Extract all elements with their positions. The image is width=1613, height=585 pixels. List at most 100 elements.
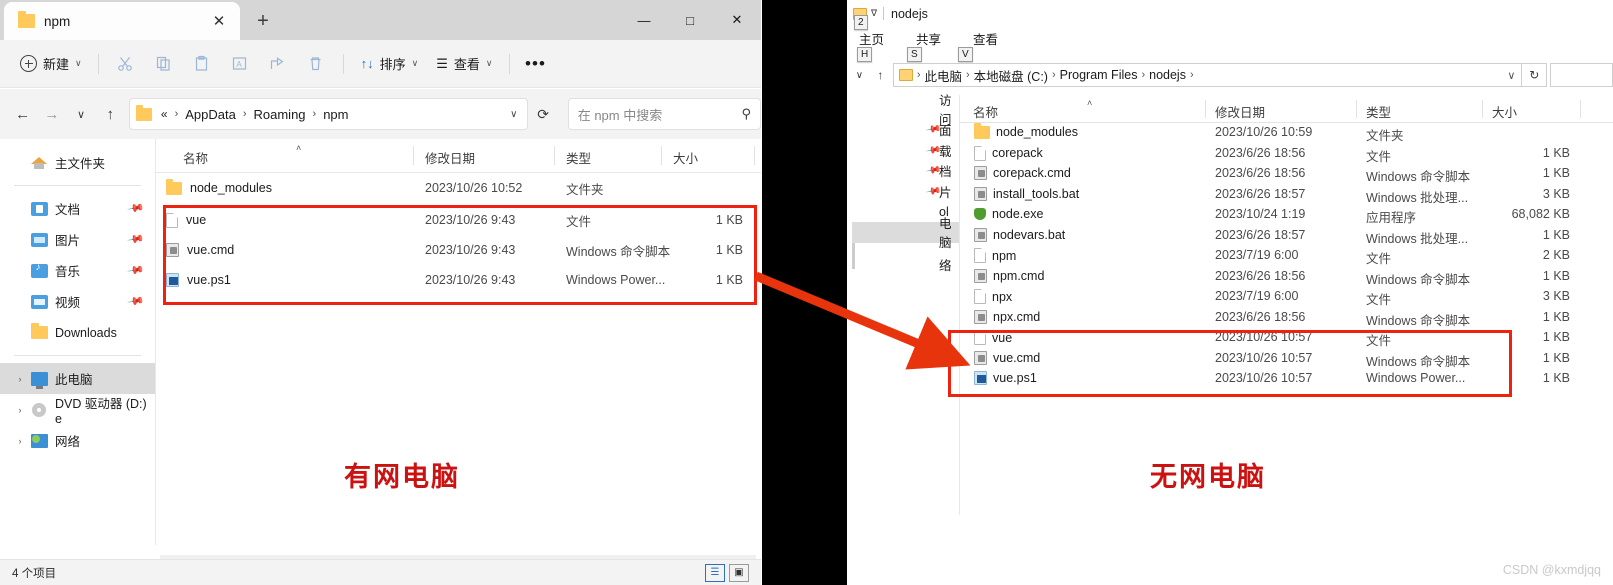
chevron-down-icon-qat[interactable]: ∇	[871, 8, 877, 19]
breadcrumb-appdata[interactable]: AppData	[182, 107, 239, 122]
sort-button[interactable]: ↑↓ 排序 ∨	[352, 48, 428, 80]
sidebar-item-this-pc[interactable]: 电脑	[847, 217, 959, 250]
file-name-cell[interactable]: corepack	[974, 145, 1043, 161]
new-tab-button[interactable]: +	[248, 7, 278, 35]
breadcrumb-npm[interactable]: npm	[320, 107, 351, 122]
breadcrumb-roaming[interactable]: Roaming	[251, 107, 309, 122]
tab-npm[interactable]: npm ✕	[4, 2, 240, 40]
close-window-button[interactable]: ✕	[713, 0, 761, 40]
table-row[interactable]: vue.cmd 2023/10/26 9:43 Windows 命令脚本 1 K…	[156, 235, 761, 265]
breadcrumb-overflow[interactable]: «	[158, 107, 171, 121]
col-divider-1[interactable]	[1205, 100, 1206, 118]
breadcrumb-local-disk[interactable]: 本地磁盘 (C:)	[971, 66, 1051, 85]
breadcrumb-this-pc[interactable]: 此电脑	[921, 66, 965, 85]
rename-button[interactable]: A	[221, 48, 259, 80]
file-name-cell[interactable]: vue	[974, 330, 1012, 345]
search-box[interactable]: 在 npm 中搜索 ⚲	[567, 98, 761, 130]
file-name-cell[interactable]: npm.cmd	[974, 268, 1044, 283]
copy-button[interactable]	[145, 48, 183, 80]
refresh-button[interactable]: ↻	[1522, 63, 1548, 87]
col-divider-1[interactable]	[413, 146, 414, 165]
sidebar-item-downloads[interactable]: 📌 载	[847, 140, 959, 161]
sidebar-item-quick-access[interactable]: 访问	[847, 94, 959, 127]
table-row[interactable]: vue.ps1 2023/10/26 10:57 Windows Power... 1…	[960, 369, 1613, 390]
search-box[interactable]	[1550, 63, 1613, 87]
forward-button[interactable]: →	[37, 99, 66, 129]
table-row[interactable]: corepack.cmd 2023/6/26 18:56 Windows 命令脚本 1…	[960, 164, 1613, 185]
col-divider-3[interactable]	[661, 146, 662, 165]
chevron-down-icon-address[interactable]: ∨	[510, 109, 521, 120]
sidebar-item-pictures[interactable]: 图片 📌	[0, 224, 155, 255]
column-header-name[interactable]: 名称	[973, 102, 998, 121]
pin-icon[interactable]: 📌	[127, 230, 146, 249]
sidebar-item-documents[interactable]: 文档 📌	[0, 193, 155, 224]
table-row[interactable]: nodevars.bat 2023/6/26 18:57 Windows 批处理..…	[960, 226, 1613, 247]
table-row[interactable]: vue 2023/10/26 10:57 文件 1 KB	[960, 328, 1613, 349]
table-row[interactable]: npx.cmd 2023/6/26 18:56 Windows 命令脚本 1 KB	[960, 308, 1613, 329]
table-row[interactable]: vue.ps1 2023/10/26 9:43 Windows Power...…	[156, 265, 761, 295]
table-row[interactable]: node.exe 2023/10/24 1:19 应用程序 68,082 KB	[960, 205, 1613, 226]
more-options-button[interactable]: •••	[518, 48, 552, 80]
file-name-cell[interactable]: node_modules	[166, 178, 272, 195]
breadcrumb[interactable]: « › AppData › Roaming › npm ∨	[128, 98, 529, 130]
column-header-type[interactable]: 类型	[566, 148, 591, 167]
pin-icon[interactable]: 📌	[127, 292, 146, 311]
sidebar-item-videos[interactable]: 视频 📌	[0, 286, 155, 317]
file-name-cell[interactable]: vue.cmd	[166, 243, 234, 257]
column-header-size[interactable]: 大小	[673, 148, 698, 167]
table-row[interactable]: vue.cmd 2023/10/26 10:57 Windows 命令脚本 1 KB	[960, 349, 1613, 370]
delete-button[interactable]	[297, 48, 335, 80]
file-name-cell[interactable]: vue.ps1	[974, 371, 1037, 385]
col-divider-3[interactable]	[1482, 100, 1483, 118]
breadcrumb-program-files[interactable]: Program Files	[1057, 68, 1141, 82]
cut-button[interactable]	[107, 48, 145, 80]
view-button[interactable]: ☰ 查看 ∨	[427, 48, 501, 80]
up-button[interactable]: ↑	[870, 62, 891, 88]
sidebar-item-home[interactable]: 主文件夹	[0, 147, 155, 178]
table-row[interactable]: node_modules 2023/10/26 10:59 文件夹	[960, 122, 1613, 144]
share-button[interactable]	[259, 48, 297, 80]
sidebar-item-documents[interactable]: 📌 档	[847, 161, 959, 182]
recent-locations-button[interactable]: ∨	[66, 99, 95, 129]
sidebar-item-network[interactable]: › 网络	[0, 425, 155, 456]
breadcrumb-nodejs[interactable]: nodejs	[1146, 68, 1189, 82]
chevron-down-icon-address[interactable]: ∨	[1506, 69, 1516, 82]
recent-locations-button[interactable]: ∨	[849, 62, 870, 88]
details-view-button[interactable]: ☰	[705, 563, 725, 582]
column-header-size[interactable]: 大小	[1492, 102, 1517, 121]
file-name-cell[interactable]: install_tools.bat	[974, 186, 1079, 201]
table-row[interactable]: npm 2023/7/19 6:00 文件 2 KB	[960, 246, 1613, 267]
file-name-cell[interactable]: npx	[974, 289, 1012, 304]
file-name-cell[interactable]: corepack.cmd	[974, 166, 1071, 180]
maximize-button[interactable]: □	[667, 0, 713, 40]
file-name-cell[interactable]: node_modules	[974, 122, 1078, 139]
file-name-cell[interactable]: vue	[166, 212, 206, 228]
table-row[interactable]: install_tools.bat 2023/6/26 18:57 Windows …	[960, 185, 1613, 206]
sidebar-item-network[interactable]: 络	[847, 255, 959, 276]
pin-icon[interactable]: 📌	[127, 261, 146, 280]
file-name-cell[interactable]: vue.ps1	[166, 273, 231, 287]
file-name-cell[interactable]: npm	[974, 248, 1016, 263]
table-row[interactable]: npx 2023/7/19 6:00 文件 3 KB	[960, 287, 1613, 308]
column-header-date[interactable]: 修改日期	[1215, 102, 1265, 121]
sidebar-item-pictures[interactable]: 📌 片	[847, 181, 959, 202]
search-input[interactable]: 在 npm 中搜索	[578, 105, 742, 124]
chevron-right-icon[interactable]: ›	[12, 405, 28, 415]
tiles-view-button[interactable]: ▣	[729, 563, 749, 582]
sidebar-item-this-pc[interactable]: › 此电脑	[0, 363, 155, 394]
chevron-right-icon[interactable]: ›	[12, 436, 28, 446]
column-header-date[interactable]: 修改日期	[425, 148, 475, 167]
minimize-button[interactable]: —	[621, 0, 667, 40]
table-row[interactable]: vue 2023/10/26 9:43 文件 1 KB	[156, 205, 761, 235]
col-divider-2[interactable]	[1356, 100, 1357, 118]
breadcrumb[interactable]: › 此电脑 › 本地磁盘 (C:) › Program Files › node…	[892, 63, 1523, 87]
table-row[interactable]: npm.cmd 2023/6/26 18:56 Windows 命令脚本 1 KB	[960, 267, 1613, 288]
sidebar-item-music[interactable]: 音乐 📌	[0, 255, 155, 286]
new-button[interactable]: 新建 ∨	[12, 48, 90, 80]
refresh-button[interactable]: ⟳	[528, 99, 557, 129]
up-button[interactable]: ↑	[96, 99, 125, 129]
file-name-cell[interactable]: npx.cmd	[974, 309, 1040, 324]
file-name-cell[interactable]: node.exe	[974, 207, 1043, 221]
chevron-right-icon[interactable]: ›	[12, 374, 28, 384]
close-tab-icon[interactable]: ✕	[206, 8, 232, 34]
